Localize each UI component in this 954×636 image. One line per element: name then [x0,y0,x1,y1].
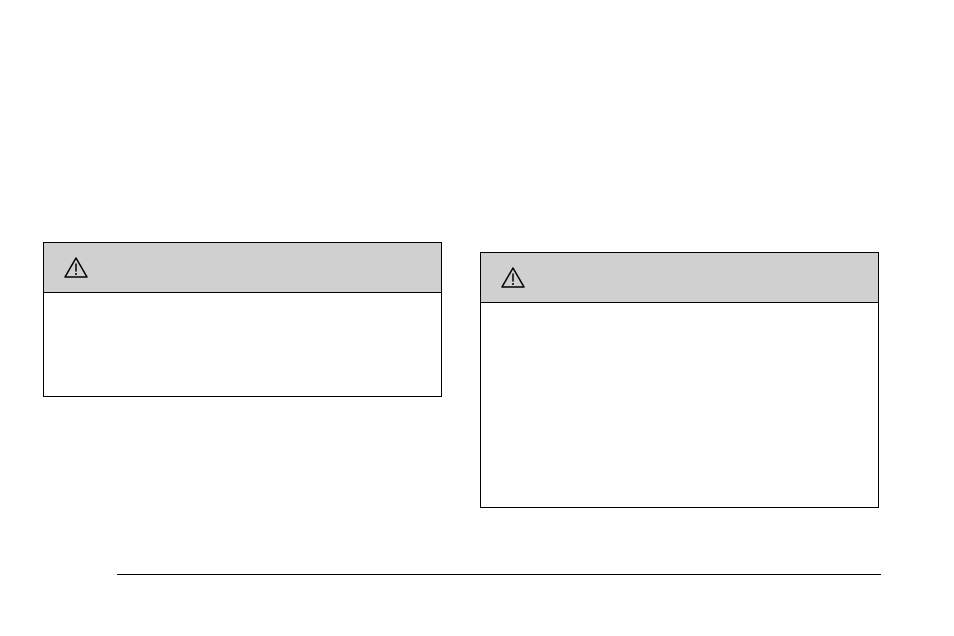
caution-box-left-body [44,293,441,317]
caution-box-right [480,252,879,508]
warning-icon [501,267,525,289]
caution-box-right-header [481,253,878,303]
warning-icon [64,257,88,279]
caution-box-right-body [481,303,878,327]
caution-box-left [43,242,442,397]
caution-box-left-header [44,243,441,293]
horizontal-divider [117,574,881,575]
